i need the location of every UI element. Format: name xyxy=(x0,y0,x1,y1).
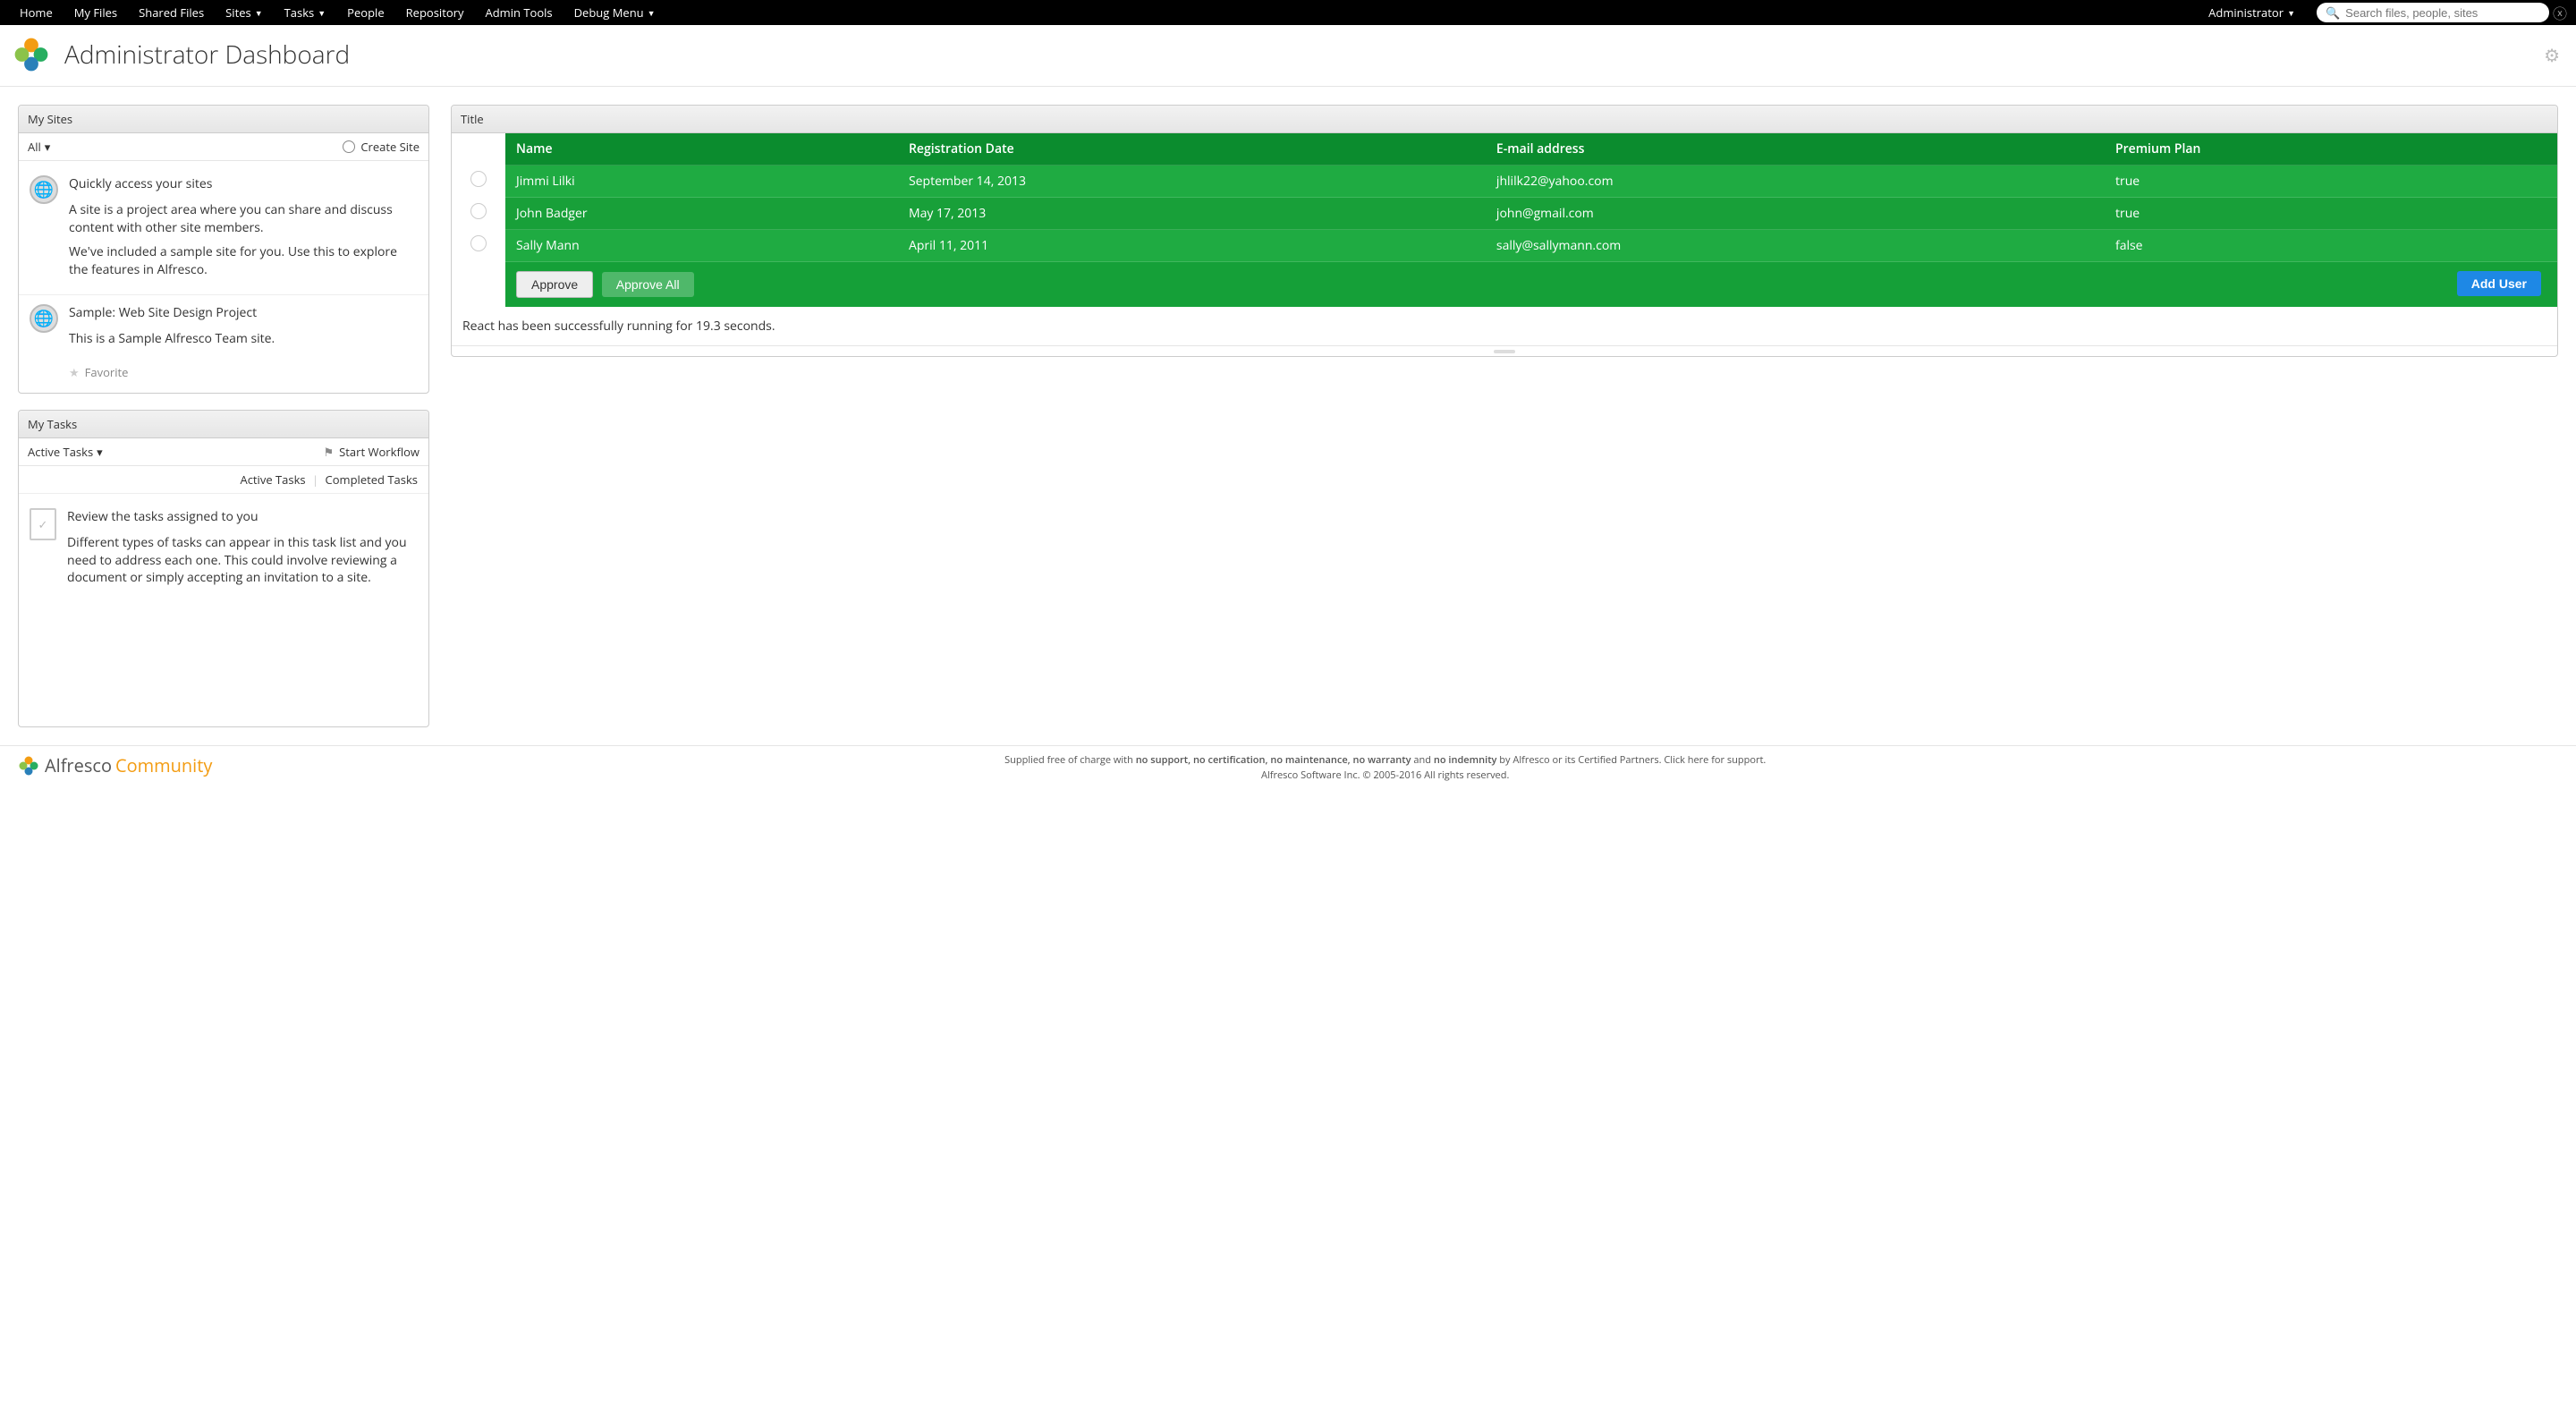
footer-disclaimer: Supplied free of charge with no support,… xyxy=(212,753,2558,767)
sites-intro-text: A site is a project area where you can s… xyxy=(69,201,418,236)
tasks-intro-title: Review the tasks assigned to you xyxy=(67,508,418,525)
chevron-down-icon: ▼ xyxy=(2287,7,2295,19)
table-row[interactable]: Sally MannApril 11, 2011sally@sallymann.… xyxy=(452,230,2557,262)
cell-name: John Badger xyxy=(505,198,898,230)
chevron-down-icon: ▼ xyxy=(648,7,656,19)
search-input[interactable] xyxy=(2345,6,2540,20)
title-dashlet: Title NameRegistration DateE-mail addres… xyxy=(451,105,2558,357)
cell-date: April 11, 2011 xyxy=(898,230,1486,262)
cell-name: Sally Mann xyxy=(505,230,898,262)
chevron-down-icon: ▼ xyxy=(255,7,263,19)
cell-email: jhlilk22@yahoo.com xyxy=(1486,166,2105,198)
tab-completed-tasks[interactable]: Completed Tasks xyxy=(326,471,418,488)
globe-icon: 🌐 xyxy=(30,304,58,333)
cell-premium: true xyxy=(2105,198,2557,230)
dashlet-title: My Tasks xyxy=(19,411,428,438)
dashlet-title: Title xyxy=(452,106,2557,133)
gear-icon[interactable]: ⚙ xyxy=(2544,43,2560,67)
tab-active-tasks[interactable]: Active Tasks xyxy=(240,471,305,488)
cell-name: Jimmi Lilki xyxy=(505,166,898,198)
star-icon: ★ xyxy=(69,364,80,380)
my-tasks-dashlet: My Tasks Active Tasks▾ ⚑ Start Workflow … xyxy=(18,410,429,727)
nav-item-home[interactable]: Home xyxy=(9,0,64,25)
react-status-text: React has been successfully running for … xyxy=(452,307,2557,345)
workflow-icon: ⚑ xyxy=(324,444,335,460)
table-row[interactable]: Jimmi LilkiSeptember 14, 2013jhlilk22@ya… xyxy=(452,166,2557,198)
cell-date: May 17, 2013 xyxy=(898,198,1486,230)
nav-item-admin-tools[interactable]: Admin Tools xyxy=(475,0,564,25)
chevron-down-icon: ▼ xyxy=(318,7,326,19)
close-icon[interactable]: ⓧ xyxy=(2553,2,2567,23)
sites-filter-dropdown[interactable]: All▾ xyxy=(28,139,50,155)
resize-handle[interactable] xyxy=(452,345,2557,356)
footer-logo: Alfresco Community xyxy=(18,753,212,777)
approve-all-button[interactable]: Approve All xyxy=(602,272,694,297)
page-header: Administrator Dashboard ⚙ xyxy=(0,25,2576,87)
search-icon: 🔍 xyxy=(2326,4,2340,21)
alfresco-logo-icon xyxy=(18,755,39,777)
footer-copyright: Alfresco Software Inc. © 2005-2016 All r… xyxy=(212,768,2558,782)
table-row[interactable]: John BadgerMay 17, 2013john@gmail.comtru… xyxy=(452,198,2557,230)
approve-button[interactable]: Approve xyxy=(516,271,593,298)
footer: Alfresco Community Supplied free of char… xyxy=(0,745,2576,789)
column-header[interactable]: Premium Plan xyxy=(2105,133,2557,166)
nav-item-sites[interactable]: Sites▼ xyxy=(215,0,273,25)
cell-date: September 14, 2013 xyxy=(898,166,1486,198)
chevron-down-icon: ▾ xyxy=(45,139,51,155)
cell-premium: false xyxy=(2105,230,2557,262)
tasks-intro-body: Different types of tasks can appear in t… xyxy=(67,534,418,587)
partners-link[interactable]: Certified Partners xyxy=(1578,753,1658,767)
globe-icon: 🌐 xyxy=(30,175,58,204)
dashlet-title: My Sites xyxy=(19,106,428,133)
row-radio[interactable] xyxy=(470,203,487,219)
favorite-toggle[interactable]: ★ Favorite xyxy=(19,362,428,386)
row-radio[interactable] xyxy=(470,235,487,251)
cell-premium: true xyxy=(2105,166,2557,198)
column-header[interactable]: Name xyxy=(505,133,898,166)
nav-item-repository[interactable]: Repository xyxy=(395,0,475,25)
globe-icon xyxy=(343,140,355,153)
top-nav: HomeMy FilesShared FilesSites▼Tasks▼Peop… xyxy=(0,0,2576,25)
column-header[interactable]: Registration Date xyxy=(898,133,1486,166)
search-box[interactable]: 🔍 xyxy=(2317,3,2549,22)
create-site-link[interactable]: Create Site xyxy=(343,139,419,155)
start-workflow-link[interactable]: ⚑ Start Workflow xyxy=(324,444,419,460)
sites-intro-title: Quickly access your sites xyxy=(69,175,418,192)
add-user-button[interactable]: Add User xyxy=(2457,271,2541,296)
clipboard-icon: ✓ xyxy=(30,508,56,540)
nav-item-my-files[interactable]: My Files xyxy=(64,0,128,25)
chevron-down-icon: ▾ xyxy=(97,444,103,460)
nav-item-debug-menu[interactable]: Debug Menu▼ xyxy=(564,0,666,25)
page-title: Administrator Dashboard xyxy=(64,38,2544,72)
nav-item-shared-files[interactable]: Shared Files xyxy=(128,0,215,25)
tasks-filter-dropdown[interactable]: Active Tasks▾ xyxy=(28,444,103,460)
row-radio[interactable] xyxy=(470,171,487,187)
sample-site-link[interactable]: Sample: Web Site Design Project xyxy=(69,304,418,321)
alfresco-link[interactable]: Alfresco xyxy=(1513,753,1549,767)
alfresco-logo-icon xyxy=(13,36,50,73)
user-menu[interactable]: Administrator▼ xyxy=(2198,0,2306,25)
nav-item-people[interactable]: People xyxy=(336,0,394,25)
sample-site-desc: This is a Sample Alfresco Team site. xyxy=(69,330,418,348)
cell-email: john@gmail.com xyxy=(1486,198,2105,230)
cell-email: sally@sallymann.com xyxy=(1486,230,2105,262)
column-header[interactable]: E-mail address xyxy=(1486,133,2105,166)
sites-intro-text: We've included a sample site for you. Us… xyxy=(69,243,418,278)
nav-item-tasks[interactable]: Tasks▼ xyxy=(274,0,337,25)
my-sites-dashlet: My Sites All▾ Create Site 🌐 Quickly acce… xyxy=(18,105,429,394)
